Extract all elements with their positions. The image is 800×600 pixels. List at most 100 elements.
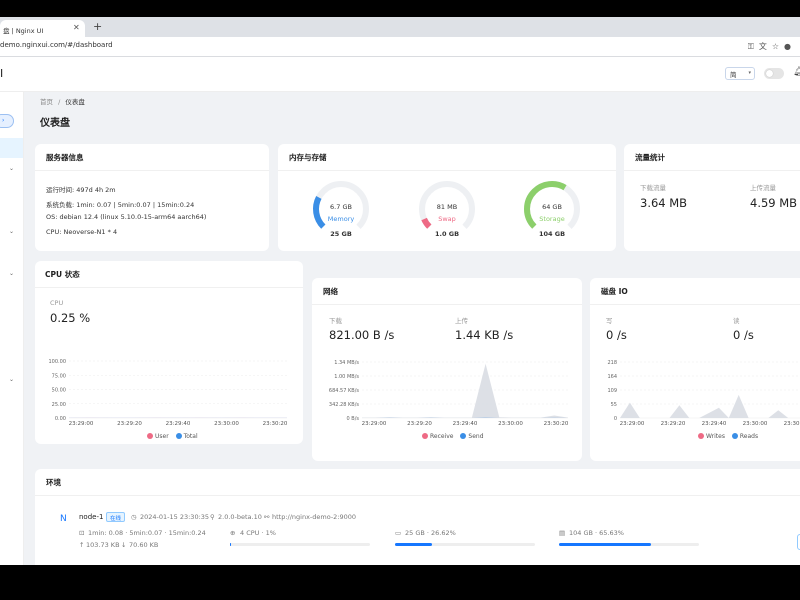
gauge-total: 1.0 GB bbox=[434, 230, 460, 238]
y-tick-label: 0.00 bbox=[55, 416, 66, 422]
language-select-value: 简 bbox=[730, 71, 737, 79]
node-net-down: 70.60 KB bbox=[129, 541, 159, 549]
status-badge: 在线 bbox=[106, 512, 126, 522]
browser-tab[interactable]: 盘 | Nginx UI ✕ bbox=[0, 20, 85, 37]
progress-fill bbox=[395, 543, 433, 546]
legend-dot bbox=[731, 433, 738, 439]
memory-icon: ▭ bbox=[395, 529, 402, 537]
download-label: 下载流量 bbox=[640, 184, 666, 192]
disk-legend: Writes Reads bbox=[698, 433, 763, 440]
chevron-down-icon: ▾ bbox=[748, 70, 751, 76]
sidebar-collapse-button[interactable]: › bbox=[0, 114, 14, 128]
legend-item[interactable]: Send bbox=[460, 433, 484, 440]
node-time: 2024-01-15 23:30:35 bbox=[140, 513, 210, 521]
legend-item[interactable]: Reads bbox=[731, 433, 759, 440]
gauge-total: 104 GB bbox=[538, 230, 566, 238]
x-tick-label: 23:29:00 bbox=[69, 421, 94, 427]
legend-item[interactable]: Receive bbox=[422, 433, 454, 440]
app-logo: I bbox=[0, 67, 4, 80]
storage-gauge: 64 GB Storage 104 GB bbox=[522, 179, 582, 249]
y-tick-label: 218 bbox=[607, 360, 617, 366]
browser-window: 盘 | Nginx UI ✕ + demo.nginxui.com/#/dash… bbox=[0, 17, 800, 565]
disk-icon: ▤ bbox=[559, 529, 566, 537]
x-tick-label: 23:29:20 bbox=[117, 421, 142, 427]
gauge-label: Storage bbox=[539, 215, 565, 223]
uptime-text: 运行时间: 497d 4h 2m bbox=[46, 186, 116, 194]
cpu-status-card: CPU 状态 CPU 0.25 % 100.00 75.00 50.00 25.00 0… bbox=[35, 261, 303, 444]
node-net-up: 103.73 KB bbox=[86, 541, 120, 549]
x-tick-label: 23:29:00 bbox=[362, 421, 387, 427]
browser-tab-bar: 盘 | Nginx UI ✕ + bbox=[0, 17, 800, 37]
y-tick-label: 25.00 bbox=[52, 402, 66, 408]
bookmark-star-icon[interactable]: ☆ bbox=[772, 42, 784, 51]
node-url[interactable]: http://nginx-demo-2:9000 bbox=[272, 513, 356, 521]
gauge-value: 81 MB bbox=[436, 203, 458, 211]
legend-item[interactable]: User bbox=[147, 433, 169, 440]
y-tick-label: 1.34 MB/s bbox=[334, 360, 359, 366]
load-text: 系统负载: 1min: 0.07 | 5min:0.07 | 15min:0.2… bbox=[46, 201, 195, 209]
version-icon: ⚲ bbox=[210, 513, 215, 521]
gauge-value: 64 GB bbox=[542, 203, 562, 211]
theme-toggle[interactable] bbox=[764, 68, 784, 79]
chevron-down-icon[interactable]: ⌄ bbox=[9, 228, 14, 235]
cpu-legend: User Total bbox=[147, 433, 203, 440]
page-title: 仪表盘 bbox=[40, 118, 70, 129]
y-tick-label: 164 bbox=[607, 374, 617, 380]
node-cpu: 4 CPU · 1% bbox=[240, 529, 276, 537]
language-select[interactable]: 简 ▾ bbox=[725, 67, 755, 80]
series-area-receive bbox=[362, 363, 568, 418]
network-legend: Receive Send bbox=[422, 433, 489, 440]
y-tick-label: 55 bbox=[611, 402, 617, 408]
x-tick-label: 23:29:20 bbox=[407, 421, 432, 427]
breadcrumb-home[interactable]: 首页 bbox=[40, 98, 53, 106]
os-text: OS: debian 12.4 (linux 5.10.0-15-arm64 a… bbox=[46, 213, 207, 221]
node-load: 1min: 0.08 · 5min:0.07 · 15min:0.24 bbox=[88, 529, 206, 537]
address-bar: demo.nginxui.com/#/dashboard ⚿文☆● bbox=[0, 37, 800, 57]
translate-icon[interactable]: 文 bbox=[759, 42, 772, 51]
browser-tab-title: 盘 | Nginx UI bbox=[3, 27, 44, 35]
network-card: 网络 下载 821.00 B /s 上传 1.44 KB /s 1.34 MB/… bbox=[312, 278, 582, 461]
legend-label: Reads bbox=[739, 433, 759, 440]
upload-arrow-icon: ↑ bbox=[79, 541, 85, 549]
legend-item[interactable]: Writes bbox=[698, 433, 725, 440]
y-tick-label: 684.57 KB/s bbox=[329, 388, 359, 394]
x-tick-label: 23:30:20 bbox=[784, 421, 800, 427]
x-tick-label: 23:29:00 bbox=[620, 421, 645, 427]
card-title: 环境 bbox=[46, 478, 61, 487]
memory-storage-card: 内存与存储 6.7 GB Memory 25 GB 81 MB Swap 1.0… bbox=[278, 144, 616, 251]
profile-icon[interactable]: ● bbox=[784, 42, 796, 51]
y-tick-label: 0 B/s bbox=[347, 416, 360, 422]
x-tick-label: 23:30:00 bbox=[498, 421, 523, 427]
traffic-card: 流量统计 下载流量 3.64 MB 上传流量 4.59 MB bbox=[624, 144, 800, 251]
chevron-down-icon[interactable]: ⌄ bbox=[9, 165, 14, 172]
address-bar-icons: ⚿文☆● bbox=[748, 41, 796, 52]
bell-icon[interactable]: 🔔︎ bbox=[793, 67, 800, 77]
x-tick-label: 23:30:00 bbox=[214, 421, 239, 427]
chevron-down-icon[interactable]: ⌄ bbox=[9, 270, 14, 277]
gauge-label: Swap bbox=[438, 215, 456, 223]
url-field[interactable]: demo.nginxui.com/#/dashboard bbox=[0, 41, 113, 49]
cpu-progress-bar bbox=[230, 543, 370, 546]
node-name[interactable]: node-1 bbox=[79, 513, 103, 521]
gauge-label: Memory bbox=[327, 215, 355, 223]
load-icon: ⊡ bbox=[79, 529, 85, 537]
legend-item[interactable]: Total bbox=[175, 433, 198, 440]
node-avatar: N bbox=[60, 514, 67, 524]
legend-dot bbox=[422, 433, 428, 439]
key-icon[interactable]: ⚿ bbox=[748, 42, 759, 51]
sidebar-item-dashboard[interactable] bbox=[0, 138, 23, 158]
chevron-down-icon[interactable]: ⌄ bbox=[9, 376, 14, 383]
close-icon[interactable]: ✕ bbox=[73, 23, 80, 32]
new-tab-icon[interactable]: + bbox=[93, 20, 102, 33]
legend-label: Receive bbox=[430, 433, 454, 440]
x-tick-label: 23:29:40 bbox=[702, 421, 727, 427]
legend-dot bbox=[147, 433, 153, 439]
link-icon: ⚯ bbox=[264, 513, 270, 521]
card-title: 流量统计 bbox=[635, 153, 665, 162]
divider bbox=[35, 170, 269, 171]
y-tick-label: 109 bbox=[607, 388, 617, 394]
node-version: 2.0.0-beta.10 bbox=[218, 513, 262, 521]
legend-dot bbox=[698, 433, 704, 439]
legend-label: Send bbox=[468, 433, 484, 440]
y-tick-label: 0 bbox=[614, 416, 617, 422]
